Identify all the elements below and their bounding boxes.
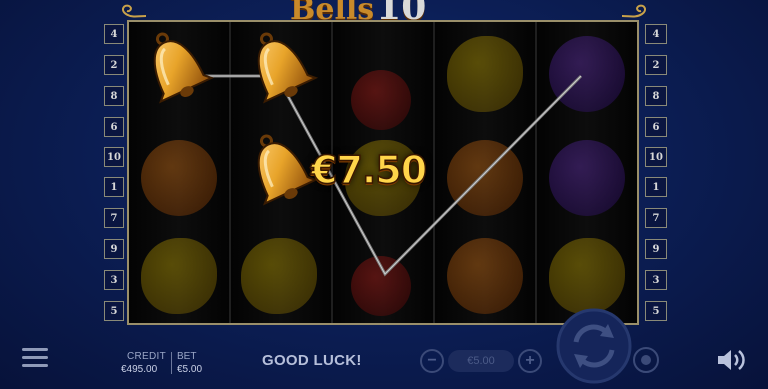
payline-marker[interactable]: 9: [645, 239, 667, 259]
status-message: GOOD LUCK!: [262, 352, 362, 369]
payline-marker[interactable]: 5: [104, 301, 124, 321]
payline-marker[interactable]: 10: [645, 147, 667, 167]
ornament-left-icon: [122, 4, 147, 18]
payline-marker[interactable]: 8: [645, 86, 667, 106]
payline-marker[interactable]: 2: [645, 55, 667, 75]
bet-value: €5.00: [177, 364, 203, 375]
payline-marker[interactable]: 8: [104, 86, 124, 106]
payline-marker[interactable]: 6: [645, 117, 667, 137]
payline-marker[interactable]: 1: [104, 177, 124, 197]
increase-bet-button[interactable]: +: [518, 349, 542, 373]
payline-marker[interactable]: 1: [645, 177, 667, 197]
sound-icon[interactable]: [716, 347, 748, 373]
stake-display[interactable]: €5.00: [448, 350, 514, 372]
spin-button[interactable]: [554, 306, 634, 386]
payline-marker[interactable]: 3: [645, 270, 667, 290]
payline-marker[interactable]: 3: [104, 270, 124, 290]
payline-marker[interactable]: 5: [645, 301, 667, 321]
payline-marker[interactable]: 4: [645, 24, 667, 44]
win-amount: €7.50: [310, 147, 428, 193]
game-screen: Bells10 €7.50 4 2 8 6 10 1 7 9 3 5 4 2 8…: [0, 0, 768, 389]
payline-marker[interactable]: 10: [104, 147, 124, 167]
autoplay-button[interactable]: [631, 345, 661, 375]
payline-marker[interactable]: 4: [104, 24, 124, 44]
bell-symbol-icon: [257, 32, 319, 104]
menu-icon[interactable]: [22, 348, 48, 370]
payline-marker[interactable]: 7: [104, 208, 124, 228]
bell-symbol-icon: [257, 134, 319, 206]
bet-label: BET: [177, 351, 197, 362]
decrease-bet-button[interactable]: −: [420, 349, 444, 373]
payline-marker[interactable]: 9: [104, 239, 124, 259]
ornament-right-icon: [621, 4, 646, 18]
credit-value: €495.00: [121, 364, 158, 375]
payline-marker[interactable]: 7: [645, 208, 667, 228]
payline-marker[interactable]: 2: [104, 55, 124, 75]
credit-label: CREDIT: [127, 351, 167, 362]
divider: [171, 352, 172, 374]
bell-symbol-icon: [153, 32, 215, 104]
payline-marker[interactable]: 6: [104, 117, 124, 137]
